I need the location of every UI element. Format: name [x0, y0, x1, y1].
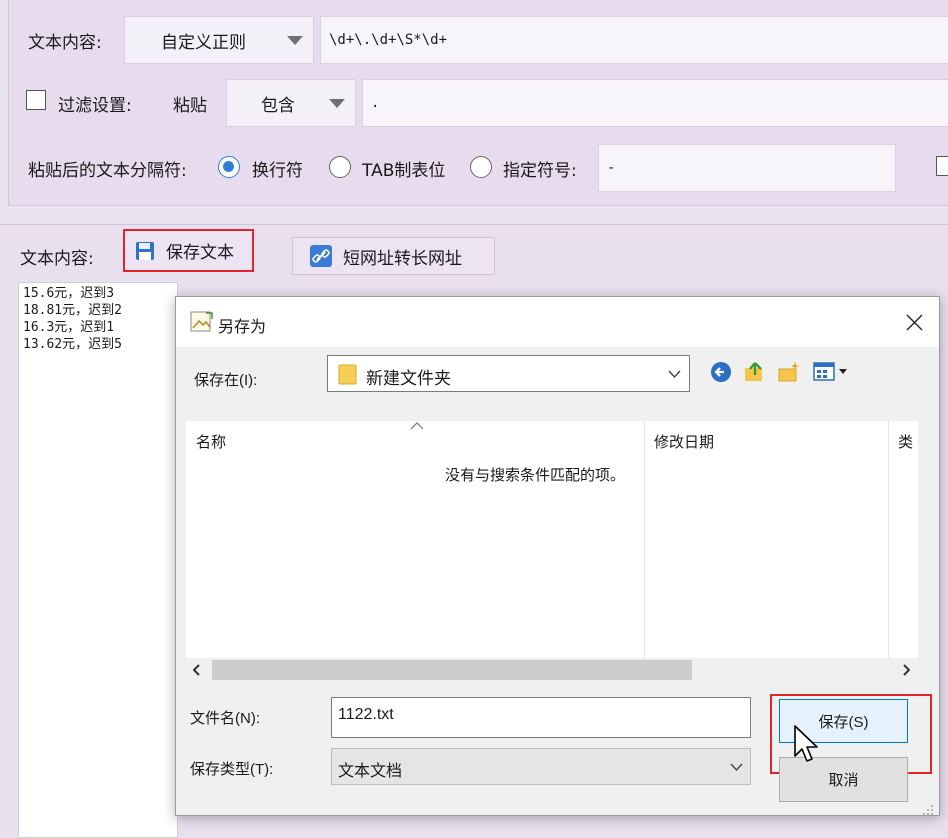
radio-tab-label: TAB制表位 — [362, 161, 446, 181]
custom-symbol-input[interactable]: - — [598, 144, 896, 192]
output-textarea[interactable]: 15.6元，迟到3 18.81元，迟到2 16.3元，迟到1 13.62元，迟到… — [18, 282, 178, 838]
paste-label: 粘贴 — [173, 96, 207, 116]
filter-label: 过滤设置: — [58, 96, 132, 116]
save-text-label: 保存文本 — [166, 243, 234, 263]
folder-icon — [338, 364, 357, 385]
save-button-label: 保存(S) — [818, 713, 869, 731]
save-in-combo[interactable]: 新建文件夹 — [327, 355, 690, 392]
filter-input-value: . — [371, 95, 380, 111]
save-as-dialog: 另存为 保存在(I): 新建文件夹 名称 修改日期 类 没有与搜索条件匹配的项。 — [175, 296, 940, 816]
separator-label: 粘贴后的文本分隔符: — [28, 161, 187, 181]
filter-checkbox[interactable] — [26, 90, 46, 110]
close-icon[interactable] — [906, 314, 923, 331]
floppy-disk-icon — [136, 241, 154, 260]
scroll-thumb[interactable] — [212, 660, 692, 680]
output-line: 16.3元，迟到1 — [23, 320, 115, 335]
radio-custom[interactable] — [470, 156, 492, 178]
contain-combo[interactable]: 包含 — [226, 79, 356, 127]
contain-combo-value: 包含 — [261, 95, 295, 116]
resize-grip-icon[interactable] — [922, 804, 934, 816]
chevron-down-icon — [287, 36, 303, 45]
pattern-combo-value: 自定义正则 — [161, 32, 246, 53]
save-document-icon — [190, 311, 213, 332]
file-list[interactable]: 名称 修改日期 类 没有与搜索条件匹配的项。 — [186, 421, 918, 658]
save-in-label: 保存在(I): — [194, 372, 258, 389]
radio-newline[interactable] — [218, 156, 240, 178]
output-line: 13.62元，迟到5 — [23, 337, 122, 352]
dialog-title: 另存为 — [218, 319, 267, 336]
output-line: 15.6元，迟到3 — [23, 286, 115, 301]
link-icon — [310, 245, 332, 267]
regex-input-value: \d+\.\d+\S*\d+ — [329, 32, 448, 48]
cancel-button-label: 取消 — [828, 772, 859, 789]
filetype-label: 保存类型(T): — [190, 761, 274, 778]
short-url-button[interactable]: 短网址转长网址 — [292, 237, 495, 275]
regex-input[interactable]: \d+\.\d+\S*\d+ — [320, 16, 948, 64]
column-separator[interactable] — [888, 421, 889, 658]
chevron-down-icon — [730, 763, 743, 772]
custom-symbol-value: - — [607, 160, 616, 176]
filename-value: 1122.txt — [338, 706, 394, 723]
dialog-titlebar[interactable]: 另存为 — [176, 297, 939, 347]
output-label: 文本内容: — [20, 249, 94, 269]
filename-label: 文件名(N): — [190, 710, 260, 727]
column-header-type[interactable]: 类 — [898, 431, 913, 452]
short-url-label: 短网址转长网址 — [343, 248, 462, 269]
radio-tab[interactable] — [329, 156, 351, 178]
vertical-scrollbar[interactable] — [918, 421, 931, 682]
new-folder-icon[interactable] — [776, 359, 802, 385]
text-content-label: 文本内容: — [28, 33, 102, 53]
pattern-combo[interactable]: 自定义正则 — [124, 16, 314, 64]
view-menu-icon[interactable] — [812, 359, 854, 385]
column-separator[interactable] — [644, 421, 645, 658]
filename-input[interactable]: 1122.txt — [331, 697, 751, 738]
mouse-cursor-icon — [794, 725, 818, 762]
sort-up-icon — [410, 422, 424, 430]
radio-newline-label: 换行符 — [252, 161, 303, 181]
chevron-down-icon — [668, 370, 681, 379]
filter-input[interactable]: . — [362, 79, 948, 127]
save-in-value: 新建文件夹 — [366, 369, 451, 388]
column-header-modified[interactable]: 修改日期 — [654, 431, 714, 452]
empty-message: 没有与搜索条件匹配的项。 — [445, 466, 626, 484]
horizontal-scrollbar[interactable] — [186, 658, 918, 682]
save-text-button[interactable]: 保存文本 — [123, 229, 254, 272]
chevron-down-icon — [329, 99, 345, 108]
extra-checkbox[interactable] — [936, 156, 948, 176]
filetype-combo[interactable]: 文本文档 — [331, 748, 751, 785]
filetype-value: 文本文档 — [338, 763, 403, 780]
output-line: 18.81元，迟到2 — [23, 303, 122, 318]
up-folder-icon[interactable] — [742, 359, 768, 385]
column-header-name[interactable]: 名称 — [196, 431, 226, 452]
scroll-left-icon[interactable] — [193, 664, 201, 676]
back-icon[interactable] — [708, 359, 734, 385]
scroll-right-icon[interactable] — [902, 664, 910, 676]
radio-custom-label: 指定符号: — [503, 161, 577, 181]
